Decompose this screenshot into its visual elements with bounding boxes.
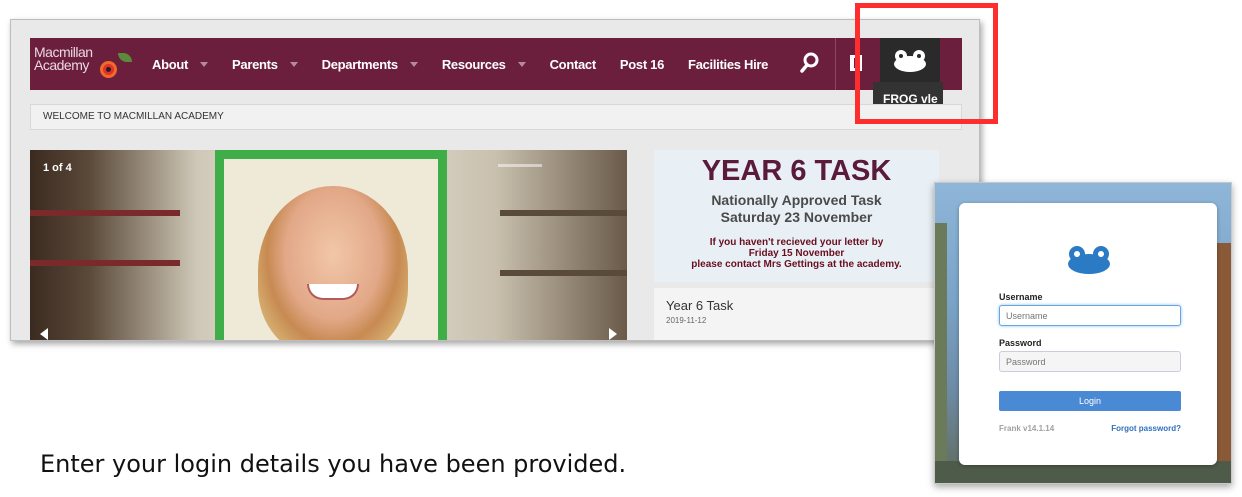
slide-progress <box>498 164 542 167</box>
poppy-icon <box>100 61 117 78</box>
task-note-line: If you haven't recieved your letter by <box>709 237 884 248</box>
academy-logo[interactable]: Macmillan Academy <box>34 45 134 82</box>
shelf-decoration <box>30 210 180 216</box>
nav-item-label: Departments <box>321 56 398 72</box>
task-title: YEAR 6 TASK <box>701 155 892 187</box>
version-label: Frank v14.1.14 <box>999 424 1055 433</box>
news-item-title: Year 6 Task <box>666 298 734 313</box>
nav-item-resources[interactable]: Resources <box>442 57 526 72</box>
task-note-line: please contact Mrs Gettings at the acade… <box>691 259 902 270</box>
arrow-left-icon[interactable] <box>40 328 48 340</box>
nav-item-parents[interactable]: Parents <box>232 57 298 72</box>
task-subtitle: Nationally Approved Task <box>711 192 882 208</box>
shelf-decoration <box>500 270 627 276</box>
nav-item-facilities-hire[interactable]: Facilities Hire <box>688 57 768 72</box>
nav-item-label: Contact <box>549 56 597 72</box>
frog-highlight-box <box>855 3 998 124</box>
forgot-password-link[interactable]: Forgot password? <box>1111 424 1181 433</box>
shelf-decoration <box>500 210 627 216</box>
nav-item-label: Post 16 <box>619 56 665 72</box>
nav-item-label: Facilities Hire <box>688 56 769 72</box>
news-item-date: 2019-11-12 <box>666 316 707 325</box>
student-smile <box>307 284 359 300</box>
caret-down-icon <box>289 61 298 67</box>
task-date: Saturday 23 November <box>720 209 873 225</box>
news-list-item[interactable]: Year 6 Task 2019-11-12 <box>654 288 939 340</box>
background-tree <box>1217 243 1231 483</box>
logo-line2: Academy <box>34 57 89 73</box>
nav-item-label: Parents <box>232 56 278 72</box>
main-navbar: Macmillan Academy About Parents Departme… <box>30 38 962 90</box>
nav-item-contact[interactable]: Contact <box>549 56 597 72</box>
arrow-right-icon[interactable] <box>609 328 617 340</box>
login-card: Username Password Login Frank v14.1.14 F… <box>959 203 1217 465</box>
slide-counter: 1 of 4 <box>43 162 72 174</box>
username-input[interactable] <box>999 305 1181 326</box>
nav-item-post16[interactable]: Post 16 <box>620 57 664 72</box>
nav-menu: About Parents Departments Resources Cont… <box>152 38 792 90</box>
password-label: Password <box>999 338 1042 348</box>
background-tree <box>935 223 947 483</box>
caret-down-icon <box>409 61 418 67</box>
nav-divider <box>835 38 836 90</box>
password-input[interactable] <box>999 351 1181 372</box>
frog-logo-icon <box>1068 246 1110 274</box>
login-screenshot: Username Password Login Frank v14.1.14 F… <box>934 182 1232 484</box>
login-button[interactable]: Login <box>999 391 1181 411</box>
nav-item-label: About <box>152 56 189 72</box>
username-label: Username <box>999 292 1043 302</box>
caret-down-icon <box>517 61 526 67</box>
search-icon[interactable] <box>800 52 820 74</box>
year6-task-card[interactable]: YEAR 6 TASK Nationally Approved Task Sat… <box>654 150 939 282</box>
nav-item-departments[interactable]: Departments <box>322 57 418 72</box>
nav-item-about[interactable]: About <box>152 56 209 72</box>
website-screenshot: Macmillan Academy About Parents Departme… <box>10 19 980 341</box>
task-note-line: Friday 15 November <box>748 248 845 259</box>
welcome-banner: WELCOME TO MACMILLAN ACADEMY <box>30 104 962 130</box>
task-note: If you haven't recieved your letter by F… <box>654 237 939 270</box>
instruction-caption: Enter your login details you have been p… <box>40 450 627 478</box>
caret-down-icon <box>200 61 209 67</box>
shelf-decoration <box>30 260 180 266</box>
nav-item-label: Resources <box>441 56 506 72</box>
hero-slider[interactable]: 1 of 4 <box>30 150 627 340</box>
